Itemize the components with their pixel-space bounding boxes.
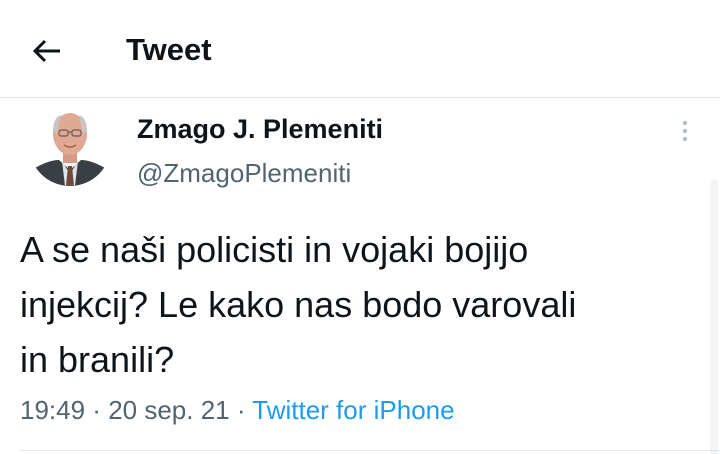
avatar[interactable] [29,104,111,186]
top-bar: Tweet [0,0,720,98]
tweet-detail-page: Tweet Zmago J. Plemeniti @ZmagoPlemeniti… [0,0,720,454]
arrow-left-icon [32,39,60,63]
author-display-name[interactable]: Zmago J. Plemeniti [137,112,383,146]
page-title: Tweet [126,32,212,67]
scrollbar[interactable] [710,180,718,454]
back-button[interactable] [22,28,72,74]
tweet-text: A se naši policisti in vojaki bojijo inj… [20,229,577,380]
tweet-meta: 19:49 · 20 sep. 21 · Twitter for iPhone [20,392,455,428]
meta-separator: · [229,395,253,425]
avatar-image [29,104,111,186]
more-vertical-icon [682,120,688,142]
tweet-source-link[interactable]: Twitter for iPhone [252,395,454,425]
tweet-date[interactable]: 20 sep. 21 [108,395,229,425]
divider [20,450,720,451]
more-options-button[interactable] [672,114,698,148]
author-handle[interactable]: @ZmagoPlemeniti [137,156,351,190]
meta-separator: · [85,395,109,425]
tweet-time[interactable]: 19:49 [20,395,85,425]
